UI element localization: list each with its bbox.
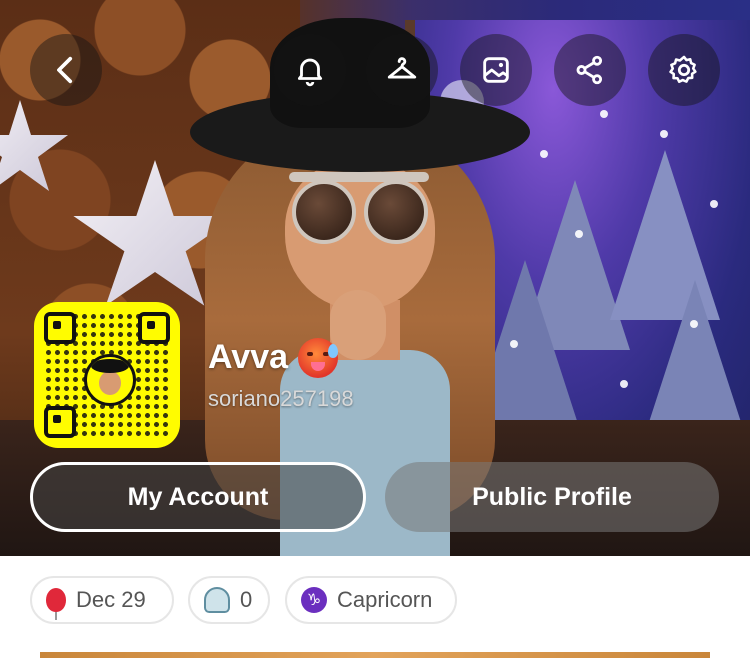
sunglasses-lens-right <box>364 180 428 244</box>
username: soriano257198 <box>208 386 354 411</box>
balloon-icon <box>46 588 66 620</box>
snapcode-avatar-face <box>99 371 121 395</box>
birthday-label: Dec 29 <box>76 587 146 612</box>
snowflake <box>510 340 518 348</box>
snapcode-finder <box>44 406 76 438</box>
zodiac-label: Capricorn <box>337 587 433 612</box>
snapcode-avatar <box>84 354 136 406</box>
chevron-left-icon <box>57 56 73 84</box>
snowflake <box>690 320 698 328</box>
capricorn-icon: ♑ <box>301 587 327 613</box>
hanger-icon <box>387 57 417 79</box>
settings-button[interactable] <box>648 34 720 106</box>
public-profile-button[interactable]: Public Profile <box>385 462 719 532</box>
avatar-hand <box>330 290 386 360</box>
outfit-button[interactable] <box>366 34 438 106</box>
display-name: Avva <box>208 338 289 376</box>
notifications-button[interactable] <box>274 34 346 106</box>
snowflake <box>540 150 548 158</box>
profile-screen: Avva soriano257198 My Account Public Pro… <box>0 0 750 658</box>
friends-count: 0 <box>240 587 253 612</box>
birthday-chip[interactable]: Dec 29 <box>30 576 174 624</box>
sunglasses-frame <box>289 172 429 182</box>
snapcode-avatar-hat <box>91 359 129 373</box>
snapcode[interactable] <box>34 302 180 448</box>
sweat-drop-icon <box>328 344 338 358</box>
background-button[interactable] <box>460 34 532 106</box>
snowflake <box>575 230 583 238</box>
share-icon <box>576 55 603 85</box>
snowflake <box>620 380 628 388</box>
back-button[interactable] <box>30 34 102 106</box>
snapcode-finder <box>138 312 170 344</box>
snowflake <box>600 110 608 118</box>
my-account-button[interactable]: My Account <box>30 462 366 532</box>
profile-info-chips: Dec 29 0 ♑ Capricorn <box>0 556 750 658</box>
image-icon <box>483 57 509 83</box>
share-button[interactable] <box>554 34 626 106</box>
gear-icon <box>669 55 697 84</box>
bell-icon <box>297 58 323 87</box>
snowflake <box>710 200 718 208</box>
ghost-icon <box>204 587 230 613</box>
zodiac-chip[interactable]: ♑ Capricorn <box>285 576 457 624</box>
sunglasses-lens-left <box>292 180 356 244</box>
snapcode-finder <box>44 312 76 344</box>
snowflake <box>660 130 668 138</box>
friends-chip[interactable]: 0 <box>188 576 270 624</box>
content-card-edge <box>40 652 710 658</box>
